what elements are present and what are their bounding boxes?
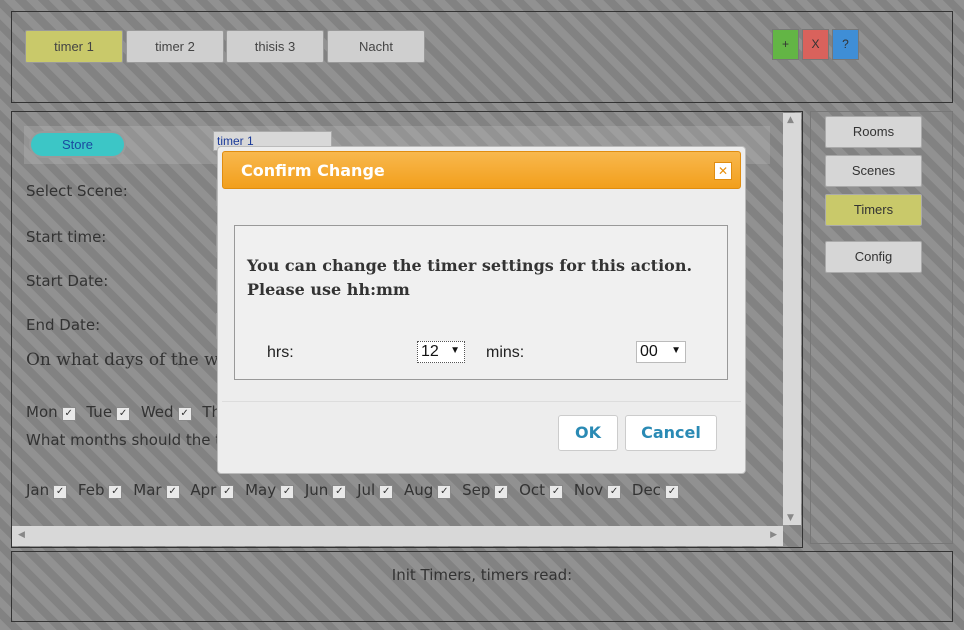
day-mon: Mon ✓ xyxy=(26,403,76,421)
horizontal-scrollbar[interactable]: ◀ ▶ xyxy=(12,526,783,546)
dialog-message: You can change the timer settings for th… xyxy=(247,254,692,302)
remove-button[interactable]: X xyxy=(802,29,829,60)
mins-select[interactable]: 00 ▼ xyxy=(636,341,686,363)
hrs-select[interactable]: 12 ▼ xyxy=(417,341,465,363)
cancel-button[interactable]: Cancel xyxy=(625,415,717,451)
month-jul-checkbox[interactable]: ✓ xyxy=(379,485,394,499)
month-label: Feb xyxy=(77,481,105,499)
month-label: Mar xyxy=(133,481,162,499)
months-question: What months should the t xyxy=(26,431,222,449)
confirm-change-dialog: Confirm Change ✕ You can change the time… xyxy=(217,146,746,474)
tab-thisis-3[interactable]: thisis 3 xyxy=(226,30,324,63)
tab-timer-1[interactable]: timer 1 xyxy=(25,30,123,63)
month-may-checkbox[interactable]: ✓ xyxy=(280,485,295,499)
day-label: Tue xyxy=(86,403,113,421)
day-wed-checkbox[interactable]: ✓ xyxy=(177,407,192,421)
tab-timer-2[interactable]: timer 2 xyxy=(126,30,224,63)
mins-value: 00 xyxy=(640,343,658,360)
month-jun: Jun ✓ xyxy=(304,481,347,499)
month-sep: Sep ✓ xyxy=(462,481,509,499)
nav-scenes[interactable]: Scenes xyxy=(825,155,922,187)
chevron-down-icon: ▼ xyxy=(450,345,460,356)
day-wed: Wed ✓ xyxy=(141,403,192,421)
scroll-left-icon[interactable]: ◀ xyxy=(18,530,25,540)
month-jan-checkbox[interactable]: ✓ xyxy=(53,485,68,499)
ok-button[interactable]: OK xyxy=(558,415,618,451)
nav-rooms[interactable]: Rooms xyxy=(825,116,922,148)
month-aug: Aug ✓ xyxy=(403,481,452,499)
day-label: Mon xyxy=(26,403,58,421)
month-may: May ✓ xyxy=(245,481,295,499)
dialog-message-line-1: You can change the timer settings for th… xyxy=(247,256,693,275)
help-button[interactable]: ? xyxy=(832,29,859,60)
month-oct: Oct ✓ xyxy=(519,481,564,499)
nav-timers[interactable]: Timers xyxy=(825,194,922,226)
month-nov-checkbox[interactable]: ✓ xyxy=(607,485,622,499)
month-nov: Nov ✓ xyxy=(573,481,622,499)
month-mar-checkbox[interactable]: ✓ xyxy=(165,485,180,499)
month-label: Aug xyxy=(403,481,434,499)
status-panel xyxy=(11,551,953,622)
month-dec: Dec ✓ xyxy=(632,481,679,499)
store-button[interactable]: Store xyxy=(29,131,126,158)
dialog-content-box: You can change the timer settings for th… xyxy=(234,225,728,380)
hrs-label: hrs: xyxy=(267,344,294,361)
status-text: Init Timers, timers read: xyxy=(391,566,573,584)
month-label: Nov xyxy=(573,481,604,499)
month-feb-checkbox[interactable]: ✓ xyxy=(108,485,123,499)
chevron-down-icon: ▼ xyxy=(671,345,681,356)
day-label: Wed xyxy=(140,403,174,421)
month-label: Oct xyxy=(519,481,546,499)
select-scene-label: Select Scene: xyxy=(26,182,128,200)
days-question: On what days of the wee xyxy=(26,350,239,370)
month-dec-checkbox[interactable]: ✓ xyxy=(664,485,679,499)
scroll-up-icon[interactable]: ▲ xyxy=(787,115,794,125)
vertical-scrollbar[interactable]: ▲ ▼ xyxy=(783,113,801,525)
dialog-header: Confirm Change ✕ xyxy=(222,151,741,189)
close-icon[interactable]: ✕ xyxy=(714,162,732,180)
month-mar: Mar ✓ xyxy=(133,481,180,499)
start-date-label: Start Date: xyxy=(26,272,109,290)
day-tue: Tue ✓ xyxy=(86,403,131,421)
month-apr-checkbox[interactable]: ✓ xyxy=(220,485,235,499)
month-label: Apr xyxy=(190,481,217,499)
month-jun-checkbox[interactable]: ✓ xyxy=(332,485,347,499)
month-apr: Apr ✓ xyxy=(190,481,235,499)
month-label: Sep xyxy=(462,481,491,499)
month-label: Jun xyxy=(304,481,329,499)
start-time-label: Start time: xyxy=(26,228,107,246)
month-feb: Feb ✓ xyxy=(78,481,123,499)
dialog-message-line-2: Please use hh:mm xyxy=(247,280,410,299)
months-row: Jan ✓ Feb ✓ Mar ✓ Apr ✓ May ✓ Jun ✓ Jul ✓ Aug ✓ … xyxy=(26,481,685,499)
scroll-down-icon[interactable]: ▼ xyxy=(787,513,794,523)
month-label: Jul xyxy=(357,481,376,499)
add-button[interactable]: + xyxy=(772,29,799,60)
month-jul: Jul ✓ xyxy=(357,481,394,499)
mins-label: mins: xyxy=(486,344,525,361)
month-jan: Jan ✓ xyxy=(26,481,68,499)
month-oct-checkbox[interactable]: ✓ xyxy=(549,485,564,499)
days-row: Mon ✓ Tue ✓ Wed ✓ Th xyxy=(26,403,227,421)
month-label: Dec xyxy=(631,481,661,499)
dialog-divider xyxy=(222,401,741,402)
tab-nacht[interactable]: Nacht xyxy=(327,30,425,63)
month-aug-checkbox[interactable]: ✓ xyxy=(437,485,452,499)
day-tue-checkbox[interactable]: ✓ xyxy=(116,407,131,421)
day-mon-checkbox[interactable]: ✓ xyxy=(61,407,76,421)
end-date-label: End Date: xyxy=(26,316,101,334)
month-label: Jan xyxy=(26,481,50,499)
scroll-right-icon[interactable]: ▶ xyxy=(770,530,777,540)
month-sep-checkbox[interactable]: ✓ xyxy=(494,485,509,499)
nav-config[interactable]: Config xyxy=(825,241,922,273)
dialog-title: Confirm Change xyxy=(241,161,385,180)
month-label: May xyxy=(245,481,277,499)
hrs-value: 12 xyxy=(421,343,439,360)
